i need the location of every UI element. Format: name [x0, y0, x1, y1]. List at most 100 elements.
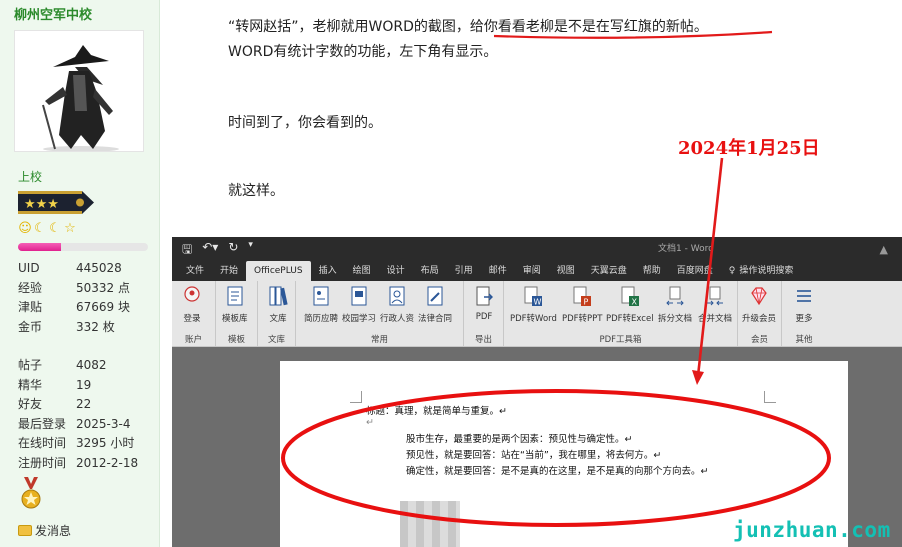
stat-value[interactable]: 4082	[76, 356, 107, 376]
stat-label: 经验	[18, 280, 43, 295]
date-annotation: 2024年1月25日	[678, 138, 820, 159]
user-profile-panel: 柳州空军中校 上校 ★★★ ☺☾ ☾ ☆ UID 445028 经验 50332…	[0, 0, 160, 547]
username-link[interactable]: 柳州空军中校	[14, 4, 92, 23]
legal-icon	[427, 286, 443, 306]
doc-line: 确定性，就是要回答：是不是真的在这里，是不是真的向那个方向去。↵	[406, 466, 709, 477]
pdf-to-ppt-icon: P	[573, 286, 592, 307]
template-icon	[227, 286, 243, 306]
svg-text:★★★: ★★★	[24, 197, 59, 212]
tab-file[interactable]: 文件	[178, 261, 212, 281]
ribbon-group-library: 文库 文库	[258, 281, 296, 347]
moon-medal-icon[interactable]: ☾	[48, 221, 63, 236]
stat-value: 3295 小时	[76, 436, 135, 450]
undo-icon[interactable]: ↶▾	[202, 240, 218, 261]
login-icon	[184, 286, 200, 302]
customize-icon[interactable]: ▾	[248, 240, 253, 261]
send-message-link[interactable]: 发消息	[18, 522, 71, 539]
experience-progress-bar	[18, 243, 148, 251]
tab-layout[interactable]: 布局	[413, 261, 447, 281]
resume-icon	[313, 286, 329, 306]
pdf-to-word-button[interactable]: W PDF转Word	[510, 285, 557, 324]
tab-baidu-netdisk[interactable]: 百度网盘	[669, 261, 721, 281]
ribbon-group-common: 简历应聘 校园学习 行政人资 法律合同 常用	[296, 281, 464, 347]
ribbon-group-template: 模板库 模板	[216, 281, 258, 347]
redo-icon[interactable]: ↻	[228, 240, 238, 261]
tab-help[interactable]: 帮助	[635, 261, 669, 281]
stat-value: 2012-2-18	[76, 455, 139, 470]
pdf-export-icon	[476, 286, 493, 306]
group-label: 常用	[370, 335, 388, 345]
tell-me-search[interactable]: ♀ 操作说明搜索	[721, 261, 802, 281]
more-button[interactable]: 更多	[794, 285, 814, 324]
doc-title-line: 标题：真理，就是简单与重复。↵	[366, 406, 507, 417]
send-message-label: 发消息	[35, 524, 72, 538]
stat-row: 经验 50332 点	[18, 279, 138, 299]
stat-value[interactable]: 22	[76, 395, 91, 415]
group-label: PDF工具箱	[599, 335, 642, 345]
hr-icon	[389, 286, 405, 306]
school-icon	[351, 286, 367, 306]
stat-row: 金币 332 枚	[18, 318, 138, 338]
stat-label: 好友	[18, 397, 43, 411]
split-document-button[interactable]: 拆分文档	[658, 285, 692, 324]
pdf-to-excel-button[interactable]: X PDF转Excel	[606, 285, 654, 324]
save-icon[interactable]: 🖫	[182, 240, 192, 261]
tell-me-label: 操作说明搜索	[739, 266, 794, 276]
ribbon-corner-icon: ▲	[879, 243, 888, 256]
stat-value[interactable]: 19	[76, 376, 91, 396]
ribbon-group-account: 登录 账户	[172, 281, 216, 347]
group-label: 模板	[227, 335, 245, 345]
pixelated-region	[400, 501, 460, 547]
award-medal-icon[interactable]	[20, 477, 42, 511]
tab-references[interactable]: 引用	[447, 261, 481, 281]
export-pdf-button[interactable]: PDF	[474, 285, 494, 322]
hr-admin-button[interactable]: 行政人资	[380, 285, 414, 324]
doc-blank-line: ↵	[366, 417, 374, 428]
legal-contract-button[interactable]: 法律合同	[418, 285, 452, 324]
tab-tianyi-cloud[interactable]: 天翼云盘	[583, 261, 635, 281]
stat-value: 332 枚	[76, 319, 115, 334]
pdf-to-ppt-button[interactable]: P PDF转PPT	[562, 285, 603, 324]
stat-row: 好友 22	[18, 395, 138, 415]
avatar[interactable]	[14, 30, 144, 152]
tab-review[interactable]: 审阅	[515, 261, 549, 281]
tab-insert[interactable]: 插入	[311, 261, 345, 281]
group-label: 其他	[795, 335, 813, 345]
star-medal-icon[interactable]: ☆	[63, 221, 78, 236]
library-button[interactable]: 文库	[268, 285, 288, 324]
tab-mailings[interactable]: 邮件	[481, 261, 515, 281]
stat-label: 帖子	[18, 358, 43, 372]
svg-text:P: P	[584, 298, 589, 307]
user-stats: UID 445028 经验 50332 点 津贴 67669 块 金币 332 枚 帖子…	[18, 259, 138, 473]
word-screenshot: 🖫 ↶▾ ↻ ▾ 文档1 - Word 文件 开始 OfficePLUS 插入 …	[172, 237, 902, 547]
tab-officeplus[interactable]: OfficePLUS	[246, 261, 311, 281]
highlighted-text: 给你看看老柳是不是在写红旗的新帖。	[469, 19, 708, 35]
stat-label: 精华	[18, 377, 43, 392]
post-paragraph: 时间到了，你会看到的。	[228, 115, 382, 131]
svg-text:W: W	[534, 298, 542, 307]
post-text: “转网赵括”，老柳就用WORD的截图，	[228, 19, 470, 35]
moon-medal-icon[interactable]: ☾	[33, 221, 48, 236]
tab-view[interactable]: 视图	[549, 261, 583, 281]
stat-row: UID 445028	[18, 259, 138, 279]
stat-row: 注册时间 2012-2-18	[18, 454, 138, 474]
merge-icon	[707, 286, 723, 306]
quick-access-toolbar: 🖫 ↶▾ ↻ ▾	[182, 240, 253, 261]
school-study-button[interactable]: 校园学习	[342, 285, 376, 324]
lightbulb-icon: ♀	[728, 266, 736, 276]
margin-mark	[764, 391, 776, 403]
tab-draw[interactable]: 绘图	[345, 261, 379, 281]
tab-home[interactable]: 开始	[212, 261, 246, 281]
template-library-button[interactable]: 模板库	[222, 285, 248, 324]
document-canvas: 标题：真理，就是简单与重复。↵ ↵ 股市生存，最重要的是两个因素：预见性与确定性…	[172, 347, 902, 547]
group-label: 导出	[474, 335, 492, 345]
resume-button[interactable]: 简历应聘	[304, 285, 338, 324]
upgrade-member-button[interactable]: 升级会员	[742, 285, 776, 324]
stat-row: 在线时间 3295 小时	[18, 434, 138, 454]
login-button[interactable]: 登录	[182, 285, 202, 324]
ribbon: 登录 账户 模板库 模板 文库 文库 简历应聘 校园学习 行政人资 法律合同 常…	[172, 243, 902, 347]
merge-document-button[interactable]: 合并文档	[698, 285, 732, 324]
smile-medal-icon[interactable]: ☺	[18, 221, 33, 236]
ribbon-group-other: 更多 其他	[782, 281, 826, 347]
tab-design[interactable]: 设计	[379, 261, 413, 281]
